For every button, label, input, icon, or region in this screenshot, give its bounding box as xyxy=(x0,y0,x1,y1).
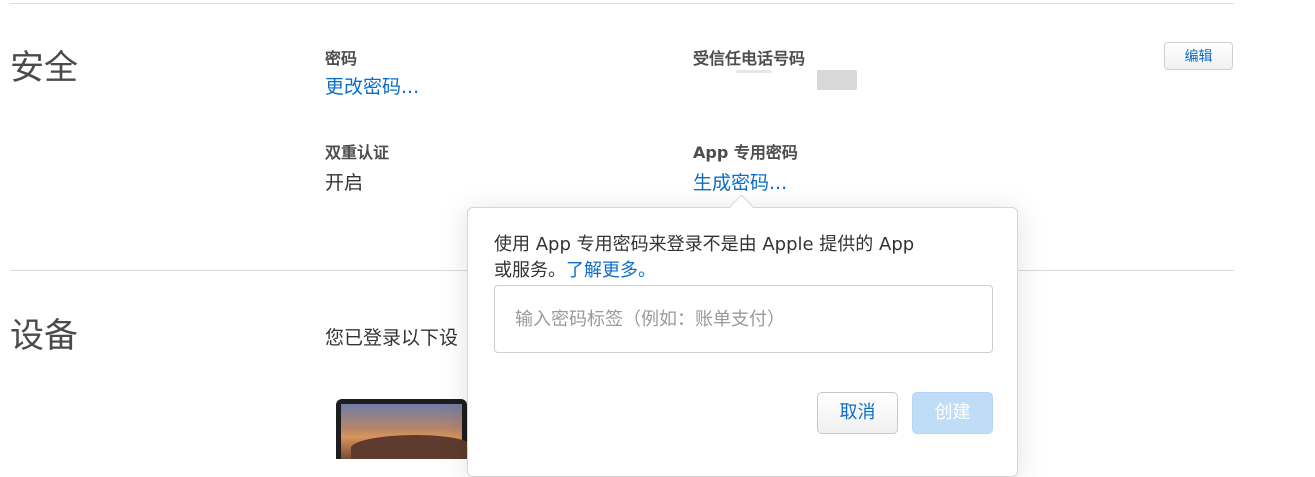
desert-wallpaper xyxy=(351,435,467,459)
security-section-title: 安全 xyxy=(10,48,78,88)
trusted-phone-label: 受信任电话号码 xyxy=(693,49,806,68)
password-label-input[interactable] xyxy=(494,285,993,353)
macbook-device-thumbnail[interactable] xyxy=(336,399,467,459)
popover-description: 使用 App 专用密码来登录不是由 Apple 提供的 App 或服务。了解更多… xyxy=(494,232,994,284)
devices-section-title: 设备 xyxy=(10,316,78,356)
devices-description: 您已登录以下设 xyxy=(325,327,459,349)
app-password-label: App 专用密码 xyxy=(693,143,798,162)
popover-description-line2: 或服务。 xyxy=(494,260,566,281)
edit-button[interactable]: 编辑 xyxy=(1164,42,1233,70)
create-button[interactable]: 创建 xyxy=(912,392,993,434)
redacted-phone-block xyxy=(817,70,857,90)
laptop-screen xyxy=(341,404,467,459)
two-factor-status: 开启 xyxy=(325,172,364,194)
two-factor-label: 双重认证 xyxy=(325,143,390,162)
change-password-link[interactable]: 更改密码... xyxy=(325,72,419,99)
generate-password-link[interactable]: 生成密码... xyxy=(693,168,787,195)
cancel-button[interactable]: 取消 xyxy=(817,392,898,434)
popover-description-line1: 使用 App 专用密码来登录不是由 Apple 提供的 App xyxy=(494,234,915,255)
redacted-phone-number xyxy=(736,70,772,73)
top-divider xyxy=(10,3,1234,4)
learn-more-link[interactable]: 了解更多。 xyxy=(566,260,656,281)
password-label: 密码 xyxy=(325,49,358,68)
app-password-popover: 使用 App 专用密码来登录不是由 Apple 提供的 App 或服务。了解更多… xyxy=(467,207,1018,477)
